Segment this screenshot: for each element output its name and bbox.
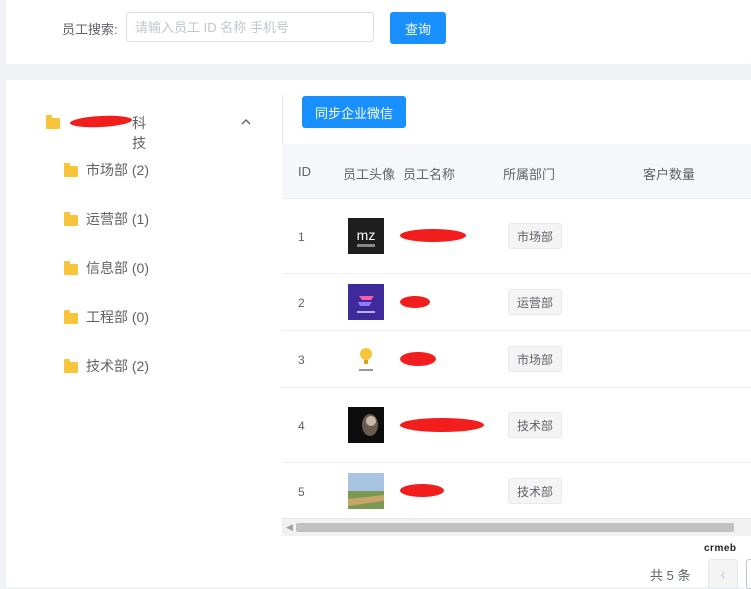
tree-item-operations[interactable]: 运营部 (1) bbox=[64, 209, 149, 229]
horizontal-scrollbar[interactable]: ◀ bbox=[282, 518, 751, 536]
chevron-left-icon: ‹ bbox=[720, 566, 726, 582]
redacted-company-name bbox=[69, 114, 133, 129]
folder-icon bbox=[46, 114, 60, 129]
mz-logo-icon: mz bbox=[348, 218, 384, 254]
avatar bbox=[348, 407, 384, 443]
department-tag: 技术部 bbox=[508, 478, 563, 504]
folder-icon bbox=[64, 211, 78, 226]
table-row[interactable]: 3 市场部 bbox=[282, 331, 751, 388]
search-input[interactable] bbox=[126, 12, 374, 42]
column-header-id: ID bbox=[298, 164, 311, 179]
query-button[interactable]: 查询 bbox=[390, 12, 446, 44]
department-tag: 技术部 bbox=[508, 412, 563, 438]
table-header: ID 员工头像 员工名称 所属部门 客户数量 bbox=[282, 144, 751, 199]
redacted-employee-name bbox=[400, 418, 484, 432]
scroll-left-icon[interactable]: ◀ bbox=[286, 522, 293, 533]
cell-id: 3 bbox=[298, 353, 305, 367]
redacted-employee-name bbox=[400, 484, 444, 497]
tree-root-label: 科技 bbox=[68, 113, 154, 151]
cell-id: 1 bbox=[298, 230, 305, 244]
department-tag: 运营部 bbox=[508, 289, 563, 315]
department-tree: 科技 市场部 (2) 运营部 (1) 信息部 (0) 工程部 (0) 技术部 (… bbox=[6, 80, 282, 587]
department-tag: 市场部 bbox=[508, 346, 563, 372]
tree-item-label: 信息部 (0) bbox=[86, 260, 149, 276]
tree-item-label: 技术部 (2) bbox=[86, 358, 149, 374]
page: 员工搜索: 查询 科技 市场部 (2) 运营部 (1) bbox=[0, 0, 751, 589]
folder-icon bbox=[64, 162, 78, 177]
folder-icon bbox=[64, 309, 78, 324]
tree-root-node[interactable]: 科技 bbox=[46, 112, 154, 151]
avatar: mz bbox=[348, 218, 384, 254]
folder-icon bbox=[64, 358, 78, 373]
cell-id: 5 bbox=[298, 485, 305, 499]
redacted-employee-name bbox=[400, 229, 466, 242]
sync-wecom-button[interactable]: 同步企业微信 bbox=[302, 96, 406, 128]
search-label: 员工搜索: bbox=[62, 22, 118, 37]
tree-item-label: 运营部 (1) bbox=[86, 211, 149, 227]
employee-content: 同步企业微信 ID 员工头像 员工名称 所属部门 客户数量 1 mz 市场部 2… bbox=[282, 80, 751, 589]
tree-root-suffix: 科技 bbox=[132, 115, 146, 151]
tree-item-market[interactable]: 市场部 (2) bbox=[64, 160, 149, 180]
redacted-employee-name bbox=[400, 352, 436, 366]
search-card: 员工搜索: 查询 bbox=[6, 0, 751, 64]
avatar bbox=[348, 284, 384, 320]
pagination: crmeb 共 5 条 ‹ bbox=[282, 535, 751, 589]
tree-item-tech[interactable]: 技术部 (2) bbox=[64, 356, 149, 376]
prev-page-button[interactable]: ‹ bbox=[708, 559, 738, 589]
photo-avatar-icon bbox=[348, 407, 384, 443]
column-header-customers: 客户数量 bbox=[643, 167, 696, 182]
soar-logo-icon bbox=[348, 284, 384, 320]
column-header-department: 所属部门 bbox=[503, 167, 556, 182]
table-row[interactable]: 2 运营部 bbox=[282, 274, 751, 331]
landscape-photo-icon bbox=[348, 473, 384, 509]
cell-id: 2 bbox=[298, 296, 305, 310]
lightbulb-icon bbox=[359, 348, 373, 371]
next-page-button[interactable] bbox=[746, 559, 751, 589]
folder-icon bbox=[64, 260, 78, 275]
table-row[interactable]: 4 技术部 bbox=[282, 388, 751, 463]
chevron-up-icon[interactable] bbox=[238, 114, 254, 130]
avatar bbox=[348, 473, 384, 509]
scrollbar-thumb[interactable] bbox=[296, 523, 734, 532]
tree-item-info[interactable]: 信息部 (0) bbox=[64, 258, 149, 278]
crmeb-logo: crmeb bbox=[704, 543, 737, 554]
column-header-avatar: 员工头像 bbox=[343, 167, 396, 182]
tree-item-engineering[interactable]: 工程部 (0) bbox=[64, 307, 149, 327]
table-row[interactable]: 5 技术部 bbox=[282, 463, 751, 519]
column-header-name: 员工名称 bbox=[403, 167, 456, 182]
redacted-employee-name bbox=[400, 296, 430, 308]
main-card: 科技 市场部 (2) 运营部 (1) 信息部 (0) 工程部 (0) 技术部 (… bbox=[6, 80, 751, 589]
cell-id: 4 bbox=[298, 419, 305, 433]
tree-item-label: 工程部 (0) bbox=[86, 309, 149, 325]
pagination-total: 共 5 条 bbox=[650, 568, 691, 583]
tree-item-label: 市场部 (2) bbox=[86, 162, 149, 178]
svg-text:mz: mz bbox=[357, 227, 376, 243]
avatar bbox=[348, 341, 384, 377]
table-row[interactable]: 1 mz 市场部 bbox=[282, 199, 751, 274]
department-tag: 市场部 bbox=[508, 223, 563, 249]
